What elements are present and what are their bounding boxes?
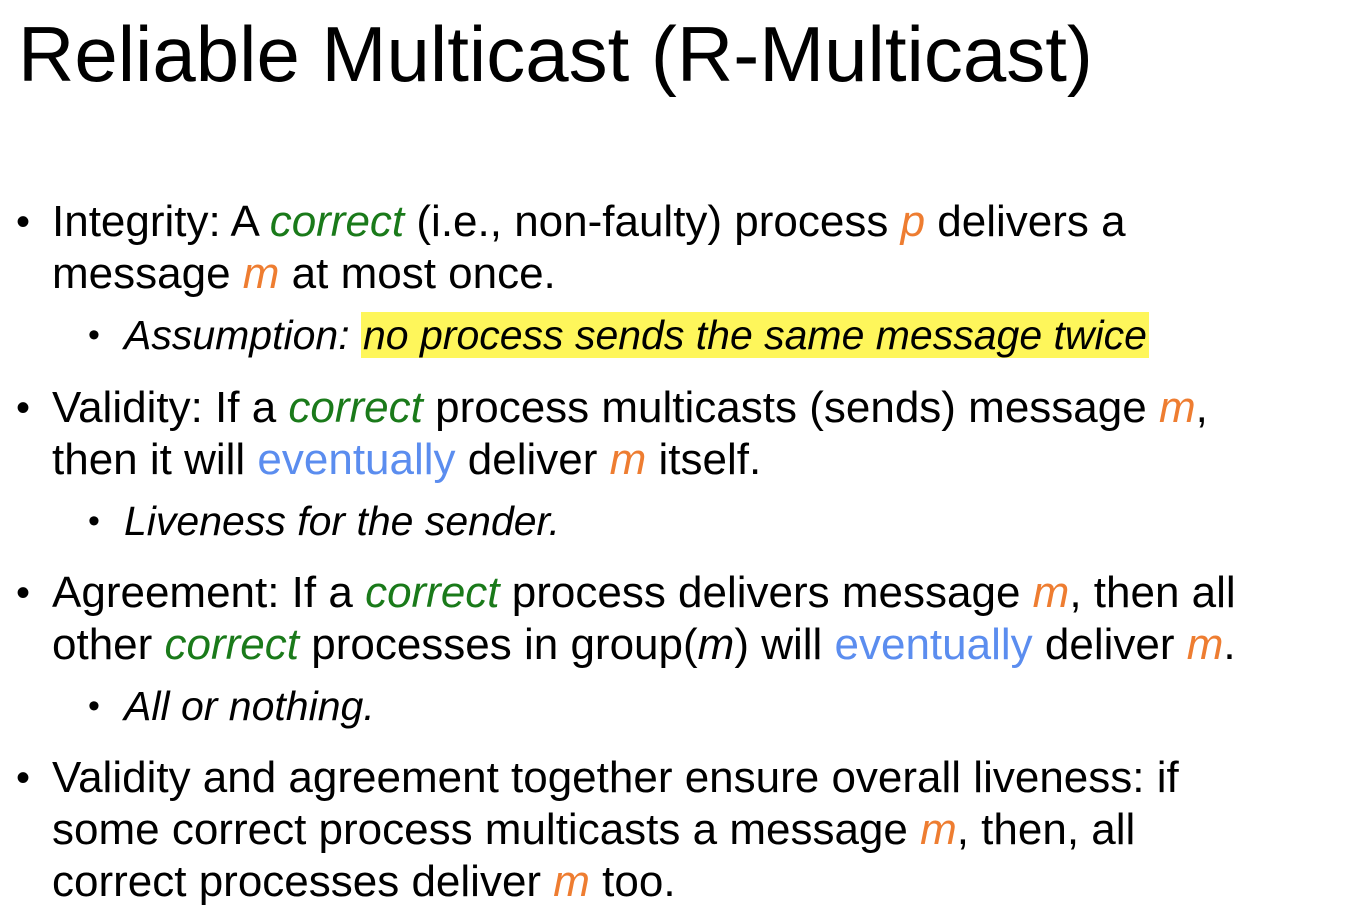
- bullet-text: Agreement: If a correct process delivers…: [52, 567, 1236, 671]
- subbullet-text: Liveness for the sender.: [124, 498, 561, 544]
- text-span: then it will: [52, 435, 258, 484]
- term-correct: correct: [288, 383, 423, 432]
- bullet-dot: •: [88, 687, 100, 725]
- bullet-agreement: • Agreement: If a correct process delive…: [16, 567, 1236, 671]
- bullet-dot: •: [88, 502, 100, 540]
- subbullet-text: All or nothing.: [124, 683, 375, 729]
- text-span: (i.e., non-faulty) process: [404, 197, 901, 246]
- text-span: process multicasts (sends) message: [422, 383, 1159, 432]
- text-span: Assumption:: [124, 312, 361, 358]
- text-span: .: [1223, 620, 1236, 669]
- text-span: delivers a: [925, 197, 1126, 246]
- subbullet-assumption: • Assumption: no process sends the same …: [88, 310, 1149, 360]
- text-span: correct processes deliver: [52, 857, 554, 906]
- bullet-dot: •: [16, 756, 31, 800]
- text-span: deliver: [1032, 620, 1187, 669]
- text-span: some correct process multicasts a messag…: [52, 805, 921, 854]
- text-span: Validity: If a: [52, 383, 289, 432]
- text-span: Integrity: A: [52, 197, 270, 246]
- slide-title: Reliable Multicast (R-Multicast): [18, 10, 1093, 98]
- text-span: deliver: [455, 435, 610, 484]
- subbullet-text: Assumption: no process sends the same me…: [124, 312, 1149, 358]
- variable-m: m: [1158, 383, 1196, 432]
- bullet-validity: • Validity: If a correct process multica…: [16, 382, 1208, 486]
- text-span: , then all: [1069, 568, 1236, 617]
- text-span: ) will: [734, 620, 835, 669]
- variable-m: m: [242, 249, 280, 298]
- text-span: at most once.: [279, 249, 556, 298]
- term-eventually: eventually: [257, 435, 456, 484]
- text-span: Validity and agreement together ensure o…: [52, 753, 1179, 802]
- text-span: other: [52, 620, 165, 669]
- variable-m: m: [553, 857, 590, 906]
- bullet-text: Validity and agreement together ensure o…: [52, 752, 1179, 908]
- term-correct: correct: [164, 620, 299, 669]
- text-span: itself.: [646, 435, 762, 484]
- subbullet-all-or-nothing: • All or nothing.: [88, 681, 375, 731]
- term-correct: correct: [269, 197, 405, 246]
- bullet-text: Validity: If a correct process multicast…: [52, 382, 1208, 486]
- variable-m: m: [1186, 620, 1224, 669]
- text-span: ,: [1195, 383, 1208, 432]
- text-span: Agreement: If a: [52, 568, 366, 617]
- bullet-dot: •: [88, 316, 100, 354]
- bullet-text: Integrity: A correct (i.e., non-faulty) …: [52, 196, 1126, 300]
- bullet-overall-liveness: • Validity and agreement together ensure…: [16, 752, 1179, 908]
- text-span: too.: [589, 857, 676, 906]
- variable-m: m: [920, 805, 957, 854]
- bullet-integrity: • Integrity: A correct (i.e., non-faulty…: [16, 196, 1126, 300]
- variable-m: m: [609, 435, 647, 484]
- variable-m-plain: m: [697, 620, 735, 669]
- text-span: message: [52, 249, 243, 298]
- bullet-dot: •: [16, 386, 31, 430]
- text-span: process delivers message: [499, 568, 1033, 617]
- bullet-dot: •: [16, 200, 31, 244]
- text-span: , then, all: [956, 805, 1136, 854]
- term-eventually: eventually: [834, 620, 1033, 669]
- variable-m: m: [1032, 568, 1070, 617]
- term-correct: correct: [365, 568, 500, 617]
- variable-p: p: [900, 197, 926, 246]
- highlighted-text: no process sends the same message twice: [361, 312, 1149, 358]
- bullet-dot: •: [16, 571, 31, 615]
- subbullet-liveness: • Liveness for the sender.: [88, 496, 560, 546]
- text-span: processes in group(: [299, 620, 698, 669]
